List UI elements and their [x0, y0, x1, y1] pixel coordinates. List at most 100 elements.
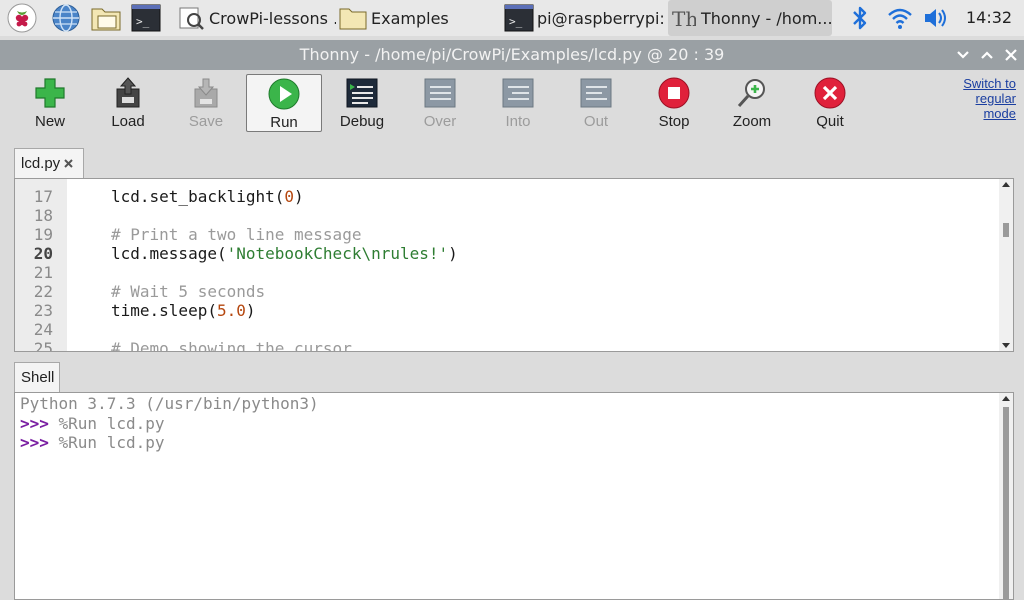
zoom-label: Zoom — [732, 113, 772, 130]
task-examples[interactable]: Examples — [338, 0, 498, 36]
new-button[interactable]: New — [12, 74, 88, 132]
step-over-button[interactable]: Over — [402, 74, 478, 132]
svg-text:>_: >_ — [509, 15, 523, 28]
code-line[interactable]: 23 time.sleep(5.0) — [15, 301, 995, 320]
save-label: Save — [188, 113, 224, 130]
quit-label: Quit — [816, 113, 844, 130]
clock[interactable]: 14:32 — [966, 0, 1012, 36]
svg-text:>_: >_ — [136, 15, 150, 28]
toolbar: New Load Save Run Debug Over Into Out St… — [0, 70, 1024, 142]
code-text: lcd.set_backlight(0) — [111, 187, 304, 206]
plus-icon — [33, 76, 67, 110]
step-into-icon — [501, 76, 535, 110]
task-thonny[interactable]: Th Thonny - /hom... — [668, 0, 832, 36]
shell-prompt: >>> — [20, 433, 59, 452]
zoom-icon — [735, 76, 769, 110]
shell-line: Python 3.7.3 (/usr/bin/python3) — [20, 394, 319, 413]
switch-link-line-3: mode — [983, 106, 1016, 121]
tab-shell[interactable]: Shell — [14, 362, 60, 392]
svg-text:Th: Th — [672, 7, 696, 31]
code-line[interactable]: 20 lcd.message('NotebookCheck\nrules!') — [15, 244, 995, 263]
shell-scrollbar[interactable] — [999, 393, 1013, 599]
code-line[interactable]: 24 — [15, 320, 995, 339]
load-button[interactable]: Load — [90, 74, 166, 132]
tab-lcd-py[interactable]: lcd.py — [14, 148, 84, 178]
volume-icon[interactable] — [920, 2, 952, 34]
save-icon — [189, 76, 223, 110]
window-titlebar[interactable]: Thonny - /home/pi/CrowPi/Examples/lcd.py… — [0, 40, 1024, 70]
line-number: 25 — [33, 339, 53, 352]
code-line[interactable]: 19 # Print a two line message — [15, 225, 995, 244]
close-icon[interactable] — [1000, 44, 1022, 66]
task-crowpi-lessons[interactable]: CrowPi-lessons ... — [176, 0, 336, 36]
code-text: # Wait 5 seconds — [111, 282, 266, 301]
new-label: New — [34, 113, 65, 130]
task-terminal[interactable]: >_ pi@raspberrypi: ... — [504, 0, 664, 36]
code-text: time.sleep(5.0) — [111, 301, 256, 320]
thonny-icon: Th — [668, 3, 698, 33]
terminal-icon: >_ — [504, 3, 534, 33]
play-icon — [267, 77, 301, 111]
step-out-button[interactable]: Out — [558, 74, 634, 132]
run-label: Run — [270, 114, 298, 131]
terminal-icon[interactable]: >_ — [130, 2, 162, 34]
code-line[interactable]: 17 lcd.set_backlight(0) — [15, 187, 995, 206]
line-number: 21 — [33, 263, 53, 282]
code-line[interactable]: 25 # Demo showing the cursor — [15, 339, 995, 352]
switch-link-line-1: Switch to — [963, 76, 1016, 91]
stop-icon — [657, 76, 691, 110]
chevron-up-icon[interactable] — [976, 44, 998, 66]
close-tab-icon[interactable] — [63, 158, 74, 169]
bluetooth-icon[interactable] — [844, 2, 876, 34]
zoom-button[interactable]: Zoom — [714, 74, 790, 132]
code-line[interactable]: 18 — [15, 206, 995, 225]
debug-label: Debug — [339, 113, 385, 130]
stop-button[interactable]: Stop — [636, 74, 712, 132]
code-text: # Print a two line message — [111, 225, 362, 244]
quit-icon — [813, 76, 847, 110]
task-label: Thonny - /hom... — [701, 8, 832, 28]
line-number: 17 — [33, 187, 53, 206]
shell-prompt: >>> — [20, 413, 59, 433]
into-label: Into — [505, 113, 531, 130]
save-button[interactable]: Save — [168, 74, 244, 132]
chevron-down-icon[interactable] — [952, 44, 974, 66]
task-label: CrowPi-lessons ... — [209, 8, 336, 28]
line-number: 19 — [33, 225, 53, 244]
quit-button[interactable]: Quit — [792, 74, 868, 132]
shell-line: >>> %Run lcd.py — [20, 433, 165, 452]
browser-globe-icon[interactable] — [50, 2, 82, 34]
line-number: 23 — [33, 301, 53, 320]
window-title: Thonny - /home/pi/CrowPi/Examples/lcd.py… — [299, 45, 725, 64]
code-line[interactable]: 22 # Wait 5 seconds — [15, 282, 995, 301]
code-editor[interactable]: 17 lcd.set_backlight(0) 18 19 # Print a two … — [14, 178, 1014, 352]
over-label: Over — [423, 113, 457, 130]
image-viewer-icon — [176, 3, 206, 33]
shell-text: %Run lcd.py — [58, 433, 165, 452]
stop-label: Stop — [658, 113, 690, 130]
debug-button[interactable]: Debug — [324, 74, 400, 132]
editor-scrollbar[interactable] — [999, 179, 1013, 351]
raspberry-menu-icon[interactable] — [6, 2, 38, 34]
file-manager-icon[interactable] — [90, 2, 122, 34]
step-out-icon — [579, 76, 613, 110]
load-label: Load — [111, 113, 145, 130]
tab-label: lcd.py — [21, 155, 61, 172]
out-label: Out — [583, 113, 609, 130]
line-number: 20 — [33, 244, 53, 263]
debug-icon — [345, 76, 379, 110]
wifi-icon[interactable] — [884, 2, 916, 34]
shell-text: %Run lcd.py — [58, 413, 165, 433]
switch-to-regular-mode-link[interactable]: Switch to regular mode — [948, 76, 1016, 121]
run-button[interactable]: Run — [246, 74, 322, 132]
shell-tab-label: Shell — [21, 369, 55, 386]
shell-line: >>> %Run lcd.py — [20, 414, 165, 433]
shell-panel[interactable]: Python 3.7.3 (/usr/bin/python3) >>> %Run … — [14, 392, 1014, 600]
code-text: lcd.message('NotebookCheck\nrules!') — [111, 244, 458, 263]
step-into-button[interactable]: Into — [480, 74, 556, 132]
shell-text: Python 3.7.3 (/usr/bin/python3) — [20, 394, 319, 413]
task-label: Examples — [371, 8, 449, 28]
code-text: # Demo showing the cursor — [111, 339, 352, 352]
line-number: 22 — [33, 282, 53, 301]
code-line[interactable]: 21 — [15, 263, 995, 282]
